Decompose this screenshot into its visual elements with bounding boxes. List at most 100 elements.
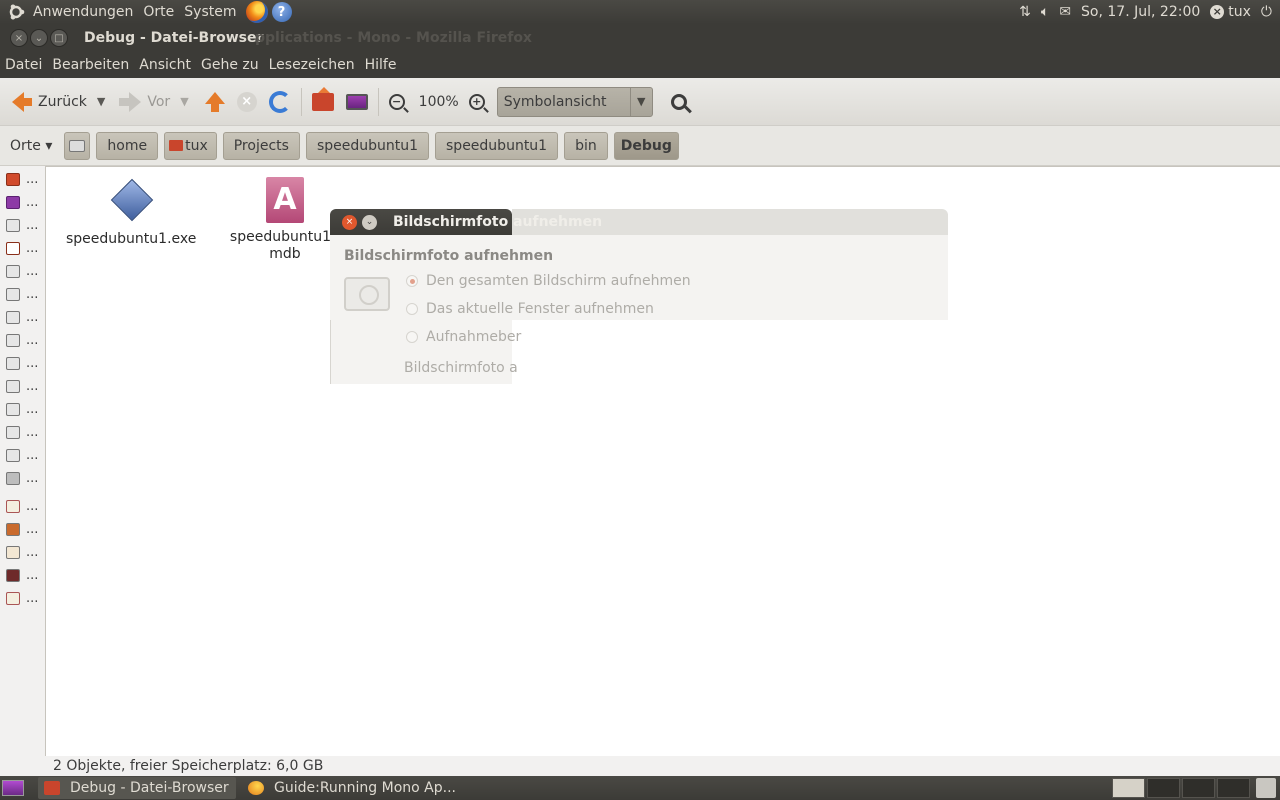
close-icon[interactable]: × bbox=[10, 29, 28, 47]
crumb-speedubuntu1[interactable]: speedubuntu1 bbox=[305, 131, 430, 160]
places-label: Orte bbox=[10, 137, 41, 154]
firefox-launcher-icon[interactable] bbox=[245, 1, 268, 23]
crumb-debug[interactable]: Debug bbox=[613, 131, 679, 160]
file-item-exe[interactable]: speedubuntu1.exe bbox=[66, 179, 196, 248]
menu-view[interactable]: Ansicht bbox=[134, 57, 196, 73]
menu-file[interactable]: Datei bbox=[0, 57, 47, 73]
show-desktop-icon[interactable] bbox=[2, 780, 24, 796]
videos-folder-icon bbox=[6, 569, 20, 582]
sidebar-item-label: ... bbox=[26, 172, 39, 187]
forward-history-dropdown-icon[interactable]: ▼ bbox=[180, 95, 188, 108]
sidebar-item-filesystem[interactable]: ... bbox=[0, 214, 45, 237]
sidebar-item-drive[interactable]: ... bbox=[0, 260, 45, 283]
option-current-window[interactable]: Das aktuelle Fenster aufnehmen bbox=[406, 301, 654, 317]
executable-icon bbox=[109, 179, 153, 223]
forward-button[interactable]: Vor ▼ bbox=[115, 86, 192, 118]
menu-edit[interactable]: Bearbeiten bbox=[47, 57, 134, 73]
crumb-projects[interactable]: Projects bbox=[222, 131, 300, 160]
clock[interactable]: So, 17. Jul, 22:00 bbox=[1081, 4, 1200, 20]
places-sidebar: ... ... ... ... ... ... ... ... ... ... … bbox=[0, 166, 46, 756]
back-history-dropdown-icon[interactable]: ▼ bbox=[97, 95, 105, 108]
menu-bookmarks[interactable]: Lesezeichen bbox=[264, 57, 360, 73]
firefox-icon bbox=[248, 781, 264, 795]
zoom-level[interactable]: 100% bbox=[415, 86, 463, 118]
sidebar-item-drive[interactable]: ... bbox=[0, 375, 45, 398]
back-button[interactable]: Zurück ▼ bbox=[8, 86, 109, 118]
sidebar-item-camera[interactable]: ... bbox=[0, 237, 45, 260]
home-button[interactable] bbox=[308, 86, 338, 118]
task-file-browser[interactable]: Debug - Datei-Browser bbox=[38, 777, 236, 799]
sidebar-item-label: ... bbox=[26, 591, 39, 606]
crumb-label: Projects bbox=[233, 137, 289, 154]
up-button[interactable] bbox=[201, 86, 229, 118]
toolbar: Zurück ▼ Vor ▼ × − 100% + Symbolansicht … bbox=[0, 78, 1280, 126]
sidebar-item-label: ... bbox=[26, 241, 39, 256]
crumb-bin[interactable]: bin bbox=[564, 131, 608, 160]
status-bar: 2 Objekte, freier Speicherplatz: 6,0 GB bbox=[0, 756, 1280, 776]
sidebar-item-drive[interactable]: ... bbox=[0, 398, 45, 421]
sidebar-item-drive[interactable]: ... bbox=[0, 283, 45, 306]
minimize-icon[interactable]: ⌄ bbox=[30, 29, 48, 47]
workspace-3[interactable] bbox=[1182, 778, 1215, 798]
dialog-close-icon[interactable]: × bbox=[342, 214, 357, 230]
computer-button[interactable] bbox=[342, 86, 372, 118]
drive-icon bbox=[6, 426, 20, 439]
zoom-out-button[interactable]: − bbox=[385, 86, 409, 118]
volume-icon[interactable]: 🔈︎ bbox=[1041, 4, 1049, 20]
workspace-1[interactable] bbox=[1112, 778, 1145, 798]
forward-arrow-icon bbox=[129, 91, 142, 112]
crumb-home[interactable]: home bbox=[96, 131, 159, 160]
sidebar-item-drive[interactable]: ... bbox=[0, 444, 45, 467]
workspace-4[interactable] bbox=[1217, 778, 1250, 798]
crumb-root[interactable] bbox=[64, 131, 91, 160]
task-firefox[interactable]: Guide:Running Mono Ap... bbox=[242, 777, 462, 799]
reload-button[interactable] bbox=[265, 86, 295, 118]
option-label: Den gesamten Bildschirm aufnehmen bbox=[426, 273, 691, 289]
sidebar-item-music[interactable]: ... bbox=[0, 518, 45, 541]
help-launcher-icon[interactable]: ? bbox=[271, 2, 292, 22]
power-icon[interactable]: ⏻ bbox=[1261, 4, 1272, 20]
crumb-tux[interactable]: tux bbox=[164, 131, 217, 160]
sidebar-item-drive[interactable]: ... bbox=[0, 352, 45, 375]
zoom-in-button[interactable]: + bbox=[465, 86, 489, 118]
window-title: Debug - Datei-Browser bbox=[84, 30, 264, 46]
sidebar-item-desktop[interactable]: ... bbox=[0, 191, 45, 214]
option-area[interactable]: Aufnahmeber bbox=[406, 329, 521, 345]
stop-button[interactable]: × bbox=[233, 86, 261, 118]
crumb-label: home bbox=[107, 137, 148, 154]
titlebar[interactable]: × ⌄ □ Debug - Datei-Browser pplications … bbox=[0, 24, 1280, 52]
menu-system[interactable]: System bbox=[179, 0, 241, 24]
sidebar-item-pictures[interactable]: ... bbox=[0, 541, 45, 564]
mail-icon[interactable]: ✉ bbox=[1059, 4, 1071, 20]
crumb-speedubuntu1-sub[interactable]: speedubuntu1 bbox=[435, 131, 559, 160]
sidebar-item-trash[interactable]: ... bbox=[0, 467, 45, 490]
forward-label: Vor bbox=[147, 93, 171, 110]
menu-applications[interactable]: Anwendungen bbox=[28, 0, 138, 24]
network-icon[interactable]: ⇅ bbox=[1019, 4, 1031, 20]
crumb-label: speedubuntu1 bbox=[316, 137, 419, 154]
maximize-icon[interactable]: □ bbox=[50, 29, 68, 47]
sidebar-item-videos[interactable]: ... bbox=[0, 564, 45, 587]
sidebar-item-documents[interactable]: ... bbox=[0, 495, 45, 518]
workspace-2[interactable] bbox=[1147, 778, 1180, 798]
view-mode-select[interactable]: Symbolansicht ▼ bbox=[496, 86, 653, 117]
back-label: Zurück bbox=[38, 93, 87, 110]
sidebar-item-drive[interactable]: ... bbox=[0, 421, 45, 444]
file-name: speedubuntu1.exe bbox=[66, 231, 197, 247]
ubuntu-logo-icon[interactable] bbox=[6, 2, 26, 22]
search-icon[interactable] bbox=[670, 93, 687, 110]
user-name[interactable]: tux bbox=[1228, 4, 1251, 20]
sidebar-item-downloads[interactable]: ... bbox=[0, 587, 45, 610]
documents-folder-icon bbox=[6, 500, 20, 513]
menu-go[interactable]: Gehe zu bbox=[196, 57, 264, 73]
menu-places[interactable]: Orte bbox=[138, 0, 179, 24]
menu-help[interactable]: Hilfe bbox=[360, 57, 402, 73]
sidebar-item-drive[interactable]: ... bbox=[0, 329, 45, 352]
trash-icon[interactable] bbox=[1256, 778, 1276, 798]
sidebar-item-home[interactable]: ... bbox=[0, 168, 45, 191]
places-toggle[interactable]: Orte ▾ bbox=[10, 138, 52, 154]
dialog-minimize-icon[interactable]: ⌄ bbox=[362, 214, 377, 230]
sidebar-item-drive[interactable]: ... bbox=[0, 306, 45, 329]
option-label: Aufnahmeber bbox=[426, 329, 522, 345]
option-whole-screen[interactable]: Den gesamten Bildschirm aufnehmen bbox=[406, 273, 691, 289]
